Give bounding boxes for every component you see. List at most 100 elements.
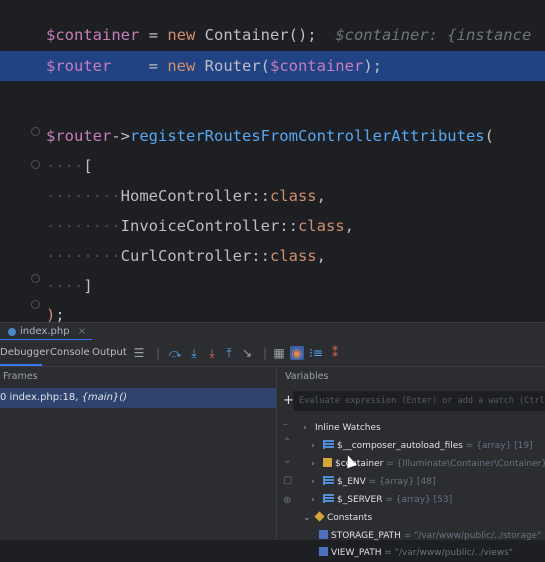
array-icon — [323, 494, 334, 503]
code-token: ········ — [46, 247, 121, 265]
expand-arrow-icon[interactable]: › — [311, 491, 323, 509]
code-token: = — [111, 57, 168, 75]
code-editor[interactable]: $container = new Container(); $container… — [0, 0, 545, 322]
code-text: ········HomeController::class, — [46, 181, 326, 211]
code-token: CurlController:: — [120, 247, 270, 265]
code-line[interactable]: ····[ — [0, 151, 545, 181]
variable-value: = {array} [48] — [365, 477, 436, 487]
code-token: $router — [46, 57, 112, 75]
variable-row[interactable]: › $_ENV = {array} [48] — [311, 473, 435, 491]
code-line[interactable]: ········HomeController::class, — [0, 181, 545, 211]
variable-name: $__composer_autoload_files — [337, 441, 463, 451]
evaluate-expression-input[interactable]: Evaluate expression (Enter) or add a wat… — [293, 391, 545, 411]
layout-icon[interactable]: ☰ — [132, 346, 146, 360]
array-icon — [323, 476, 334, 485]
frame-row[interactable]: 0 index.php:18, {main}() — [0, 388, 276, 408]
frames-header: Frames — [3, 371, 38, 382]
code-token: $container: {instance — [335, 26, 532, 44]
close-icon[interactable]: × — [78, 326, 86, 337]
expand-arrow-icon[interactable]: › — [311, 455, 323, 473]
debugger-toolbar: Debugger Console Output ☰ | ⤼ ⤓ ⤓ ⤒ ↘ | … — [0, 340, 545, 367]
variable-row[interactable]: › $_SERVER = {array} [53] — [311, 491, 452, 509]
variables-header: Variables — [285, 371, 329, 382]
code-text: $router = new Router($container); — [46, 51, 382, 81]
variable-name: Inline Watches — [315, 423, 381, 433]
evaluate-icon[interactable]: ▦ — [272, 346, 286, 360]
fold-marker-icon[interactable] — [31, 274, 40, 283]
expand-arrow-icon[interactable]: › — [311, 437, 323, 455]
move-down-icon[interactable]: ⌃ — [283, 437, 291, 448]
run-to-cursor-icon[interactable]: ↘ — [240, 346, 254, 360]
code-token: class — [269, 187, 317, 205]
tab-debugger[interactable]: Debugger — [0, 340, 50, 366]
expand-arrow-icon[interactable]: › — [311, 473, 323, 491]
fold-marker-icon[interactable] — [31, 160, 40, 169]
code-line[interactable]: ········CurlController::class, — [0, 241, 545, 271]
tab-output[interactable]: Output — [92, 340, 127, 366]
code-text: ); — [46, 300, 65, 322]
code-token: -> — [111, 127, 130, 145]
force-step-into-icon[interactable]: ⤓ — [205, 346, 219, 360]
copy-icon[interactable]: ▢ — [283, 475, 292, 486]
variable-row[interactable]: ⌄ Constants — [303, 509, 372, 527]
variable-value: = {Illuminate\Container\Container} [20] — [386, 459, 545, 469]
constant-icon — [319, 530, 328, 539]
code-token: new — [167, 57, 205, 75]
variable-value: = "/var/www/public/../views" — [381, 548, 514, 558]
code-token: ···· — [46, 157, 84, 175]
variable-name: $container — [335, 459, 384, 469]
expand-arrow-icon[interactable]: › — [303, 419, 315, 437]
debug-session-tab[interactable]: index.php × — [0, 323, 93, 341]
code-token: class — [297, 217, 345, 235]
code-line[interactable]: ····] — [0, 271, 545, 301]
variable-value: = {array} [53] — [382, 495, 453, 505]
code-token: Container(); — [204, 26, 336, 44]
code-token: , — [344, 217, 354, 235]
array-icon — [323, 440, 334, 449]
code-token: , — [316, 247, 326, 265]
fold-marker-icon[interactable] — [31, 127, 40, 136]
frame-function: {main}() — [81, 392, 128, 403]
code-token: ); — [363, 57, 382, 75]
tab-console[interactable]: Console — [50, 340, 90, 366]
step-into-icon[interactable]: ⤓ — [187, 346, 201, 360]
code-token: $container — [46, 26, 140, 44]
code-text: ········InvoiceController::class, — [46, 211, 354, 241]
code-token: $container — [269, 57, 364, 75]
variable-row[interactable]: › Inline Watches — [303, 419, 381, 437]
constant-icon — [319, 547, 328, 556]
collapse-icon[interactable]: ⌄ — [283, 455, 291, 466]
code-line[interactable]: $container = new Container(); $container… — [0, 20, 545, 50]
separator: | — [262, 346, 268, 360]
code-line[interactable]: ); — [0, 300, 545, 322]
variable-row[interactable]: › $__composer_autoload_files = {array} [1… — [311, 437, 533, 455]
collapse-arrow-icon[interactable]: ⌄ — [303, 509, 315, 527]
code-token: new — [167, 26, 205, 44]
code-token: ( — [484, 127, 494, 145]
inspect-icon[interactable]: ⊕ — [283, 495, 291, 506]
variable-row[interactable]: STORAGE_PATH = "/var/www/public/../stora… — [319, 527, 541, 545]
step-over-icon[interactable]: ⤼ — [168, 346, 182, 360]
code-token: class — [269, 247, 317, 265]
variable-row[interactable]: VIEW_PATH = "/var/www/public/../views" — [319, 544, 513, 562]
code-line[interactable]: ········InvoiceController::class, — [0, 211, 545, 241]
code-line[interactable]: $router->registerRoutesFromControllerAtt… — [0, 121, 545, 151]
code-line[interactable] — [0, 91, 545, 121]
code-token: Router( — [204, 57, 270, 75]
code-token: ] — [83, 277, 93, 295]
code-text: $router->registerRoutesFromControllerAtt… — [46, 121, 494, 151]
mute-breakpoints-icon[interactable]: ⁝≡ — [309, 346, 323, 360]
variables-panel: Variables + – ⌃ ⌄ ▢ ⊕ Evaluate expressio… — [277, 367, 545, 558]
move-up-icon[interactable]: – — [283, 419, 288, 430]
settings-icon[interactable]: ⁑ — [328, 346, 342, 360]
variable-name: $_ENV — [337, 477, 366, 487]
step-out-icon[interactable]: ⤒ — [222, 346, 236, 360]
code-text: ········CurlController::class, — [46, 241, 326, 271]
view-breakpoints-icon[interactable]: ◉ — [290, 346, 304, 360]
frames-panel: Frames 0 index.php:18, {main}() — [0, 367, 277, 540]
fold-marker-icon[interactable] — [31, 300, 40, 309]
code-line[interactable]: $router = new Router($container); — [0, 51, 545, 81]
debug-session-label: index.php — [20, 326, 70, 337]
code-token: ········ — [46, 217, 121, 235]
code-token: , — [316, 187, 326, 205]
